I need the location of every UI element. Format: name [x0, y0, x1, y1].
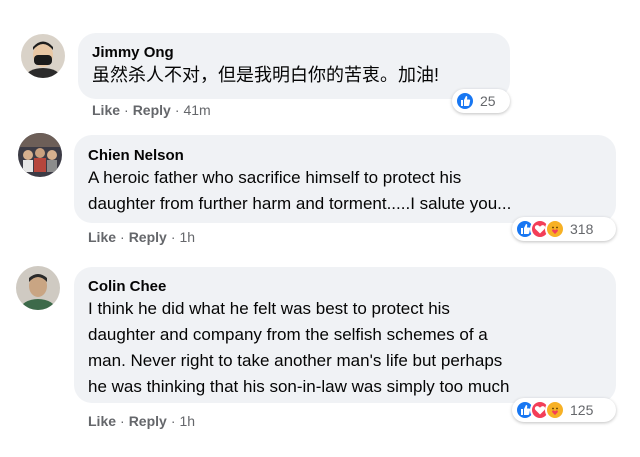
comment-text: 虽然杀人不对，但是我明白你的苦衷。加油!: [92, 65, 439, 85]
comment-text-line: daughter from further harm and torment..…: [88, 194, 512, 213]
comment-text-line: man. Never right to take another man's l…: [88, 351, 503, 370]
reaction-summary[interactable]: 125: [512, 398, 616, 422]
comment-author[interactable]: Jimmy Ong: [92, 44, 174, 61]
comment-bubble: Chien Nelson A heroic father who sacrifi…: [74, 135, 616, 223]
like-link[interactable]: Like: [88, 229, 116, 245]
care-icon: [545, 400, 565, 420]
like-link[interactable]: Like: [88, 413, 116, 429]
avatar-jimmy-ong[interactable]: [21, 34, 65, 78]
comment-actions: Like · Reply · 41m: [92, 102, 211, 118]
comment-bubble: Jimmy Ong 虽然杀人不对，但是我明白你的苦衷。加油!: [78, 33, 510, 99]
reaction-count: 125: [570, 402, 594, 418]
care-icon: [545, 219, 565, 239]
reply-link[interactable]: Reply: [129, 413, 167, 429]
comment-text-line: A heroic father who sacrifice himself to…: [88, 168, 462, 187]
comment-author[interactable]: Colin Chee: [88, 278, 166, 295]
comment-text-line: I think he did what he felt was best to …: [88, 299, 450, 318]
reaction-count: 25: [480, 93, 496, 109]
reply-link[interactable]: Reply: [133, 102, 171, 118]
reaction-summary[interactable]: 25: [452, 89, 510, 113]
avatar-colin-chee[interactable]: [16, 266, 60, 310]
like-icon: [455, 91, 475, 111]
comment-timestamp[interactable]: 41m: [183, 102, 210, 118]
comment-author[interactable]: Chien Nelson: [88, 147, 184, 164]
avatar-chien-nelson[interactable]: [18, 133, 62, 177]
comment-text-line: he was thinking that his son-in-law was …: [88, 377, 510, 396]
reply-link[interactable]: Reply: [129, 229, 167, 245]
comment-text-line: daughter and company from the selfish sc…: [88, 325, 488, 344]
comment-timestamp[interactable]: 1h: [179, 413, 195, 429]
reaction-count: 318: [570, 221, 594, 237]
like-link[interactable]: Like: [92, 102, 120, 118]
comment-actions: Like · Reply · 1h: [88, 413, 196, 429]
comment-actions: Like · Reply · 1h: [88, 229, 196, 245]
reaction-summary[interactable]: 318: [512, 217, 616, 241]
comment-bubble: Colin Chee I think he did what he felt w…: [74, 267, 616, 403]
comment-timestamp[interactable]: 1h: [179, 229, 195, 245]
